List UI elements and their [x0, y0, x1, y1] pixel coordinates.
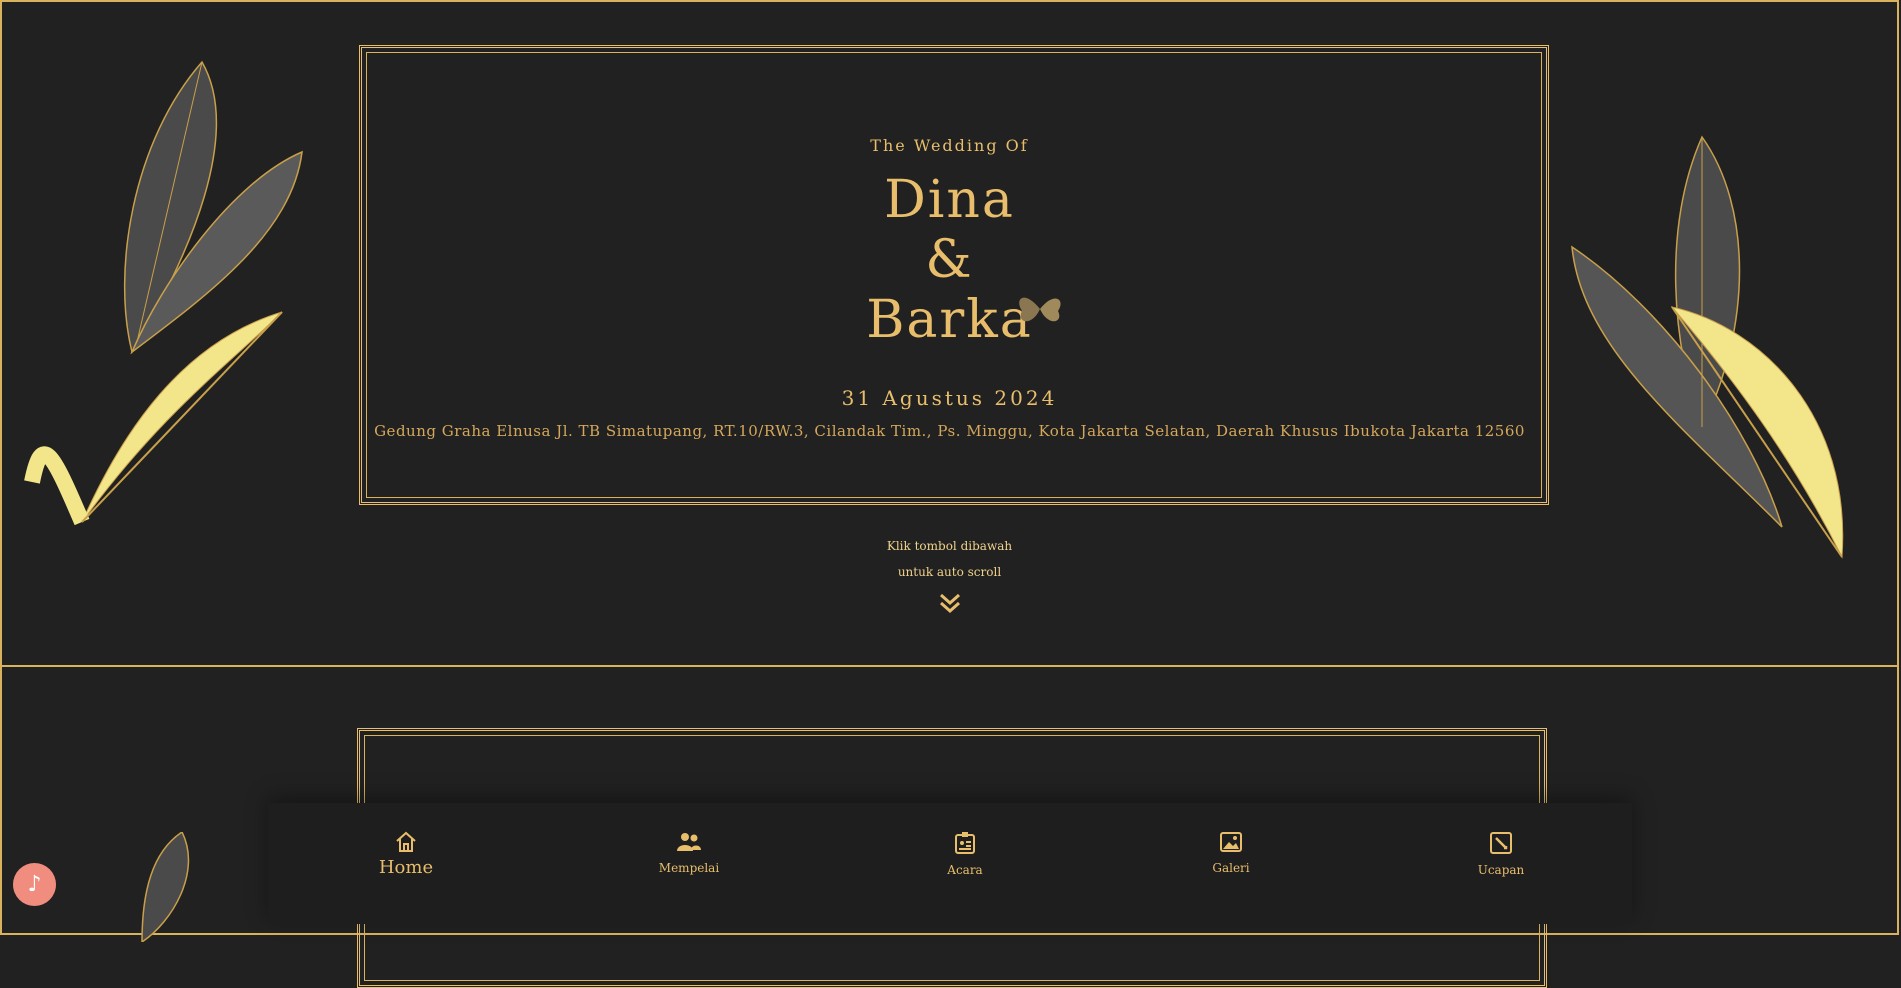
- nav-home[interactable]: Home: [346, 831, 466, 878]
- scroll-hint-line2: untuk auto scroll: [897, 565, 1002, 579]
- double-chevron-down-icon: [939, 593, 960, 614]
- auto-scroll-button[interactable]: [2, 592, 1897, 618]
- nav-mempelai-label: Mempelai: [658, 861, 720, 875]
- nav-acara[interactable]: Acara: [905, 831, 1025, 878]
- bride-name: Dina: [884, 170, 1015, 230]
- music-toggle-button[interactable]: ♪: [13, 863, 56, 906]
- ampersand: &: [925, 230, 974, 290]
- home-icon: [396, 831, 416, 852]
- nav-galeri-label: Galeri: [1212, 861, 1250, 875]
- bottom-nav: Home Mempelai Acara Galeri Ucapan: [268, 803, 1632, 924]
- event-icon: [955, 832, 975, 854]
- couple-icon: [677, 833, 701, 851]
- gallery-icon: [1220, 832, 1242, 852]
- butterfly-icon: [1019, 297, 1061, 322]
- message-icon: [1490, 832, 1512, 854]
- wedding-subtitle: The Wedding Of: [870, 136, 1029, 155]
- groom-name: Barka: [866, 290, 1033, 350]
- scroll-hint-line1: Klik tombol dibawah: [886, 539, 1013, 553]
- nav-ucapan[interactable]: Ucapan: [1441, 831, 1561, 878]
- nav-mempelai[interactable]: Mempelai: [629, 831, 749, 876]
- venue-address: Gedung Graha Elnusa Jl. TB Simatupang, R…: [374, 422, 1525, 440]
- nav-galeri[interactable]: Galeri: [1171, 831, 1291, 876]
- leaf-decoration-left: [141, 832, 190, 942]
- music-note-icon: ♪: [27, 872, 42, 897]
- nav-home-label: Home: [378, 857, 434, 878]
- wedding-date: 31 Agustus 2024: [841, 386, 1058, 410]
- nav-ucapan-label: Ucapan: [1477, 863, 1525, 877]
- cover-section: The Wedding Of Dina & Barka 31 Agustus 2…: [0, 0, 1899, 667]
- nav-acara-label: Acara: [947, 863, 983, 877]
